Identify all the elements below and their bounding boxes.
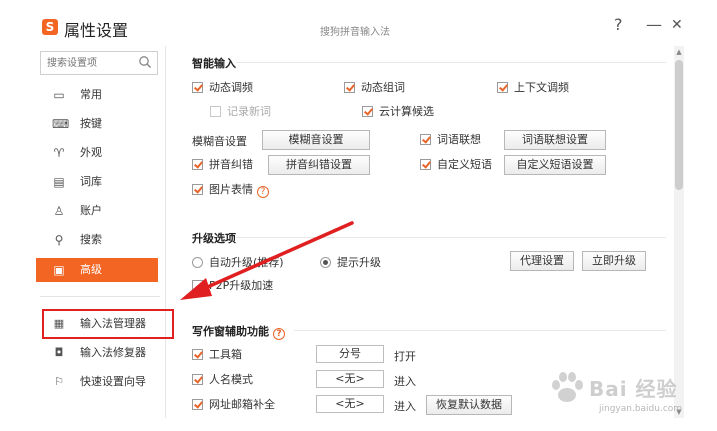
baidu-jingyan-watermark: Bai 经验 jingyan.baidu.com xyxy=(545,362,710,422)
watermark-brand: Bai 经验 xyxy=(589,377,678,401)
watermark-url: jingyan.baidu.com xyxy=(599,404,683,414)
paw-logo-icon xyxy=(552,372,583,402)
